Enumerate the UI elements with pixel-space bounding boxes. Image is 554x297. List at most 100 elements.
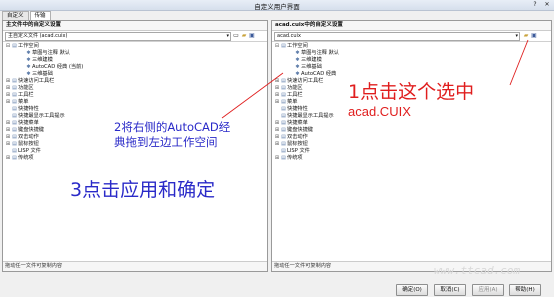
tree-node[interactable]: ⊞ ▤快捷菜单 <box>5 120 83 127</box>
tree-node[interactable]: ▤快捷最显示工具提示 <box>5 113 83 120</box>
annotation-step2: 2将右侧的AutoCAD经 典拖到左边工作空间 <box>114 120 230 150</box>
category-icon: ▤ <box>12 92 17 98</box>
tree-node[interactable]: ⊞ ▤鼠标按钮 <box>5 141 83 148</box>
tab-strip: 自定义 传输 <box>2 11 52 20</box>
left-tree: ⊟ ▤工作空间 ✱草图与注释 默认 ✱三维建模 ✱AutoCAD 经典 (当前) ✱三维基… <box>5 43 83 162</box>
tree-node-label: 快捷最显示工具提示 <box>287 113 334 119</box>
right-toolbar: acad.cuix ▾ ▰ ▣ <box>272 31 551 42</box>
right-tree: ⊟ ▤工作空间 ✱草图与注释 默认 ✱三维建模 ✱三维基础 ✱AutoCAD 经典 ⊞ ▤快速… <box>274 43 339 162</box>
tree-node[interactable]: ⊞ ▤传统项 <box>274 155 339 162</box>
tab-transfer[interactable]: 传输 <box>29 11 51 20</box>
save-icon[interactable]: ▣ <box>530 32 538 40</box>
close-button[interactable]: ✕ <box>542 1 552 9</box>
category-icon: ▤ <box>12 106 17 112</box>
tree-node-label: 快捷菜单 <box>18 120 39 126</box>
apply-button[interactable]: 应用(A) <box>472 284 504 296</box>
tree-node[interactable]: ⊞ ▤快速访问工具栏 <box>5 78 83 85</box>
category-icon: ▤ <box>281 85 286 91</box>
tree-node[interactable]: ✱AutoCAD 经典 (当前) <box>5 64 83 71</box>
workspace-item-icon: ✱ <box>26 57 31 63</box>
category-icon: ▤ <box>281 43 286 49</box>
workspace-item-icon: ✱ <box>295 50 300 56</box>
category-icon: ▤ <box>12 155 17 161</box>
tab-customize[interactable]: 自定义 <box>2 11 29 20</box>
right-panel-header: acad.cuix中的自定义设置 <box>272 21 551 31</box>
tree-node[interactable]: ⊞ ▤双击动作 <box>274 134 339 141</box>
tree-node[interactable]: ⊞ ▤键盘快捷键 <box>274 127 339 134</box>
category-icon: ▤ <box>12 148 17 154</box>
tree-node[interactable]: ✱三维建模 <box>274 57 339 64</box>
category-icon: ▤ <box>281 148 286 154</box>
tree-node[interactable]: ⊞ ▤工具栏 <box>274 92 339 99</box>
tree-node[interactable]: ✱三维基础 <box>5 71 83 78</box>
right-file-actions: ▰ ▣ <box>522 32 538 40</box>
tree-node-label: 功能区 <box>18 85 34 91</box>
new-file-icon[interactable]: ▭ <box>232 32 240 40</box>
tree-node[interactable]: ⊞ ▤双击动作 <box>5 134 83 141</box>
tree-node[interactable]: ⊞ ▤功能区 <box>274 85 339 92</box>
category-icon: ▤ <box>281 78 286 84</box>
tree-node[interactable]: ⊞ ▤键盘快捷键 <box>5 127 83 134</box>
tree-node-label: LISP 文件 <box>287 148 310 154</box>
tree-node[interactable]: ✱三维建模 <box>5 57 83 64</box>
tree-node-label: 快捷最显示工具提示 <box>18 113 65 119</box>
tree-node[interactable]: ▤快捷最显示工具提示 <box>274 113 339 120</box>
title-bar: 自定义用户界面 ? ✕ <box>0 0 554 11</box>
tree-node[interactable]: ⊞ ▤菜单 <box>5 99 83 106</box>
folder-open-icon[interactable]: ▰ <box>240 32 248 40</box>
annotation-step1-line1: 1点击这个选中 <box>348 81 475 103</box>
tree-node[interactable]: ✱草图与注释 默认 <box>5 50 83 57</box>
tree-node[interactable]: ✱AutoCAD 经典 <box>274 71 339 78</box>
cancel-button[interactable]: 取消(C) <box>434 284 466 296</box>
annotation-step3: 3点击应用和确定 <box>70 179 215 202</box>
category-icon: ▤ <box>281 155 286 161</box>
annotation-step2-line2: 典拖到左边工作空间 <box>114 135 218 150</box>
tree-node-label: LISP 文件 <box>18 148 41 154</box>
tree-node-label: 工作空间 <box>18 43 39 49</box>
left-file-actions: ▭ ▰ ▣ <box>232 32 256 40</box>
help-dialog-button[interactable]: 帮助(H) <box>509 284 541 296</box>
window-title: 自定义用户界面 <box>254 3 300 11</box>
tree-node-label: 工具栏 <box>18 92 34 98</box>
workspace-item-icon: ✱ <box>26 50 31 56</box>
category-icon: ▤ <box>12 141 17 147</box>
category-icon: ▤ <box>12 113 17 119</box>
category-icon: ▤ <box>12 134 17 140</box>
tree-node[interactable]: ▤LISP 文件 <box>274 148 339 155</box>
tree-node-label: 草图与注释 默认 <box>32 50 70 56</box>
tree-node[interactable]: ⊞ ▤传统项 <box>5 155 83 162</box>
category-icon: ▤ <box>12 127 17 133</box>
category-icon: ▤ <box>281 113 286 119</box>
tree-node-label: AutoCAD 经典 (当前) <box>32 64 84 70</box>
tree-node[interactable]: ⊞ ▤快捷菜单 <box>274 120 339 127</box>
category-icon: ▤ <box>281 106 286 112</box>
folder-open-icon[interactable]: ▰ <box>522 32 530 40</box>
tree-node-label: 三维建模 <box>32 57 53 63</box>
annotation-step1-line2: acad.CUIX <box>348 103 411 119</box>
tree-node[interactable]: ⊞ ▤功能区 <box>5 85 83 92</box>
tree-node[interactable]: ▤快捷特性 <box>274 106 339 113</box>
tree-node[interactable]: ✱三维基础 <box>274 64 339 71</box>
left-file-combo[interactable]: 主自定义文件 (acad.cuix) ▾ <box>5 32 231 41</box>
ok-button[interactable]: 确定(O) <box>396 284 428 296</box>
category-icon: ▤ <box>281 99 286 105</box>
right-file-combo-value: acad.cuix <box>277 33 301 39</box>
tree-node[interactable]: ⊞ ▤快速访问工具栏 <box>274 78 339 85</box>
tree-node[interactable]: ✱草图与注释 默认 <box>274 50 339 57</box>
tree-node-label: 鼠标按钮 <box>18 141 39 147</box>
help-button[interactable]: ? <box>530 1 540 9</box>
right-file-combo[interactable]: acad.cuix ▾ <box>274 32 520 41</box>
left-toolbar: 主自定义文件 (acad.cuix) ▾ ▭ ▰ ▣ <box>3 31 267 42</box>
tree-node[interactable]: ⊞ ▤菜单 <box>274 99 339 106</box>
tree-node-label: 键盘快捷键 <box>287 127 313 133</box>
tree-node[interactable]: ⊟ ▤工作空间 <box>274 43 339 50</box>
chevron-down-icon: ▾ <box>515 33 518 39</box>
tree-node-label: 键盘快捷键 <box>18 127 44 133</box>
tree-node[interactable]: ▤LISP 文件 <box>5 148 83 155</box>
tree-node[interactable]: ⊞ ▤工具栏 <box>5 92 83 99</box>
tree-node[interactable]: ⊞ ▤鼠标按钮 <box>274 141 339 148</box>
tree-node[interactable]: ▤快捷特性 <box>5 106 83 113</box>
tree-node-label: 传统项 <box>18 155 34 161</box>
save-icon[interactable]: ▣ <box>248 32 256 40</box>
tree-node[interactable]: ⊟ ▤工作空间 <box>5 43 83 50</box>
